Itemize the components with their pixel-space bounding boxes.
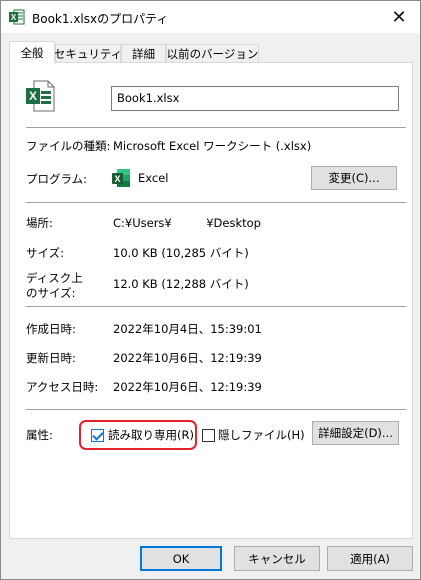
accessed-value: 2022年10月6日、12:19:39 <box>113 380 262 394</box>
readonly-checkbox[interactable] <box>91 429 104 442</box>
divider <box>26 409 406 410</box>
excel-file-icon: X <box>9 9 25 25</box>
tab-general[interactable]: 全般 <box>9 41 55 64</box>
created-label: 作成日時: <box>26 322 76 336</box>
excel-file-icon: X <box>25 80 55 112</box>
disk-size-value: 12.0 KB (12,288 バイト) <box>113 277 249 291</box>
svg-text:X: X <box>29 89 37 103</box>
modified-value: 2022年10月6日、12:19:39 <box>113 351 262 365</box>
program-value: Excel <box>138 171 169 185</box>
tab-previous-versions[interactable]: 以前のバージョン <box>166 44 259 63</box>
tab-security[interactable]: セキュリティ <box>54 44 122 63</box>
modified-label: 更新日時: <box>26 351 76 365</box>
svg-text:X: X <box>114 174 120 184</box>
excel-app-icon: X <box>111 168 131 188</box>
change-button[interactable]: 変更(C)... <box>311 166 397 190</box>
hidden-checkbox[interactable] <box>202 429 215 442</box>
file-type-label: ファイルの種類: <box>26 139 111 153</box>
disk-size-label-line1: ディスク上 <box>26 271 83 285</box>
program-label: プログラム: <box>26 172 88 186</box>
created-value: 2022年10月4日、15:39:01 <box>113 322 262 336</box>
cancel-button[interactable]: キャンセル <box>234 546 320 571</box>
divider <box>26 127 406 128</box>
divider <box>26 306 406 307</box>
filename-input[interactable]: Book1.xlsx <box>111 86 399 111</box>
apply-button[interactable]: 適用(A) <box>327 546 413 571</box>
close-icon: ✕ <box>391 6 407 28</box>
disk-size-label-line2: のサイズ: <box>26 286 76 300</box>
attributes-label: 属性: <box>26 428 53 442</box>
tab-details[interactable]: 詳細 <box>121 44 166 63</box>
general-panel: X Book1.xlsx ファイルの種類: Microsoft Excel ワー… <box>9 62 413 539</box>
location-label: 場所: <box>26 216 53 230</box>
divider <box>26 202 406 203</box>
size-label: サイズ: <box>26 246 65 260</box>
tab-strip: 全般 セキュリティ 詳細 以前のバージョン <box>9 41 413 64</box>
window-title: Book1.xlsxのプロパティ <box>32 12 169 26</box>
properties-dialog: X Book1.xlsxのプロパティ ✕ 全般 セキュリティ 詳細 以前のバージ… <box>0 0 421 580</box>
svg-text:X: X <box>11 13 17 22</box>
advanced-button[interactable]: 詳細設定(D)... <box>312 421 399 445</box>
size-value: 10.0 KB (10,285 バイト) <box>113 246 249 260</box>
location-value: C:¥Users¥ ¥Desktop <box>113 216 261 230</box>
title-bar[interactable]: X Book1.xlsxのプロパティ ✕ <box>1 1 420 33</box>
close-button[interactable]: ✕ <box>378 1 420 33</box>
accessed-label: アクセス日時: <box>26 380 99 394</box>
ok-button[interactable]: OK <box>140 546 222 571</box>
readonly-label[interactable]: 読み取り専用(R) <box>108 427 194 443</box>
hidden-label[interactable]: 隠しファイル(H) <box>218 427 305 443</box>
file-type-value: Microsoft Excel ワークシート (.xlsx) <box>113 139 312 153</box>
